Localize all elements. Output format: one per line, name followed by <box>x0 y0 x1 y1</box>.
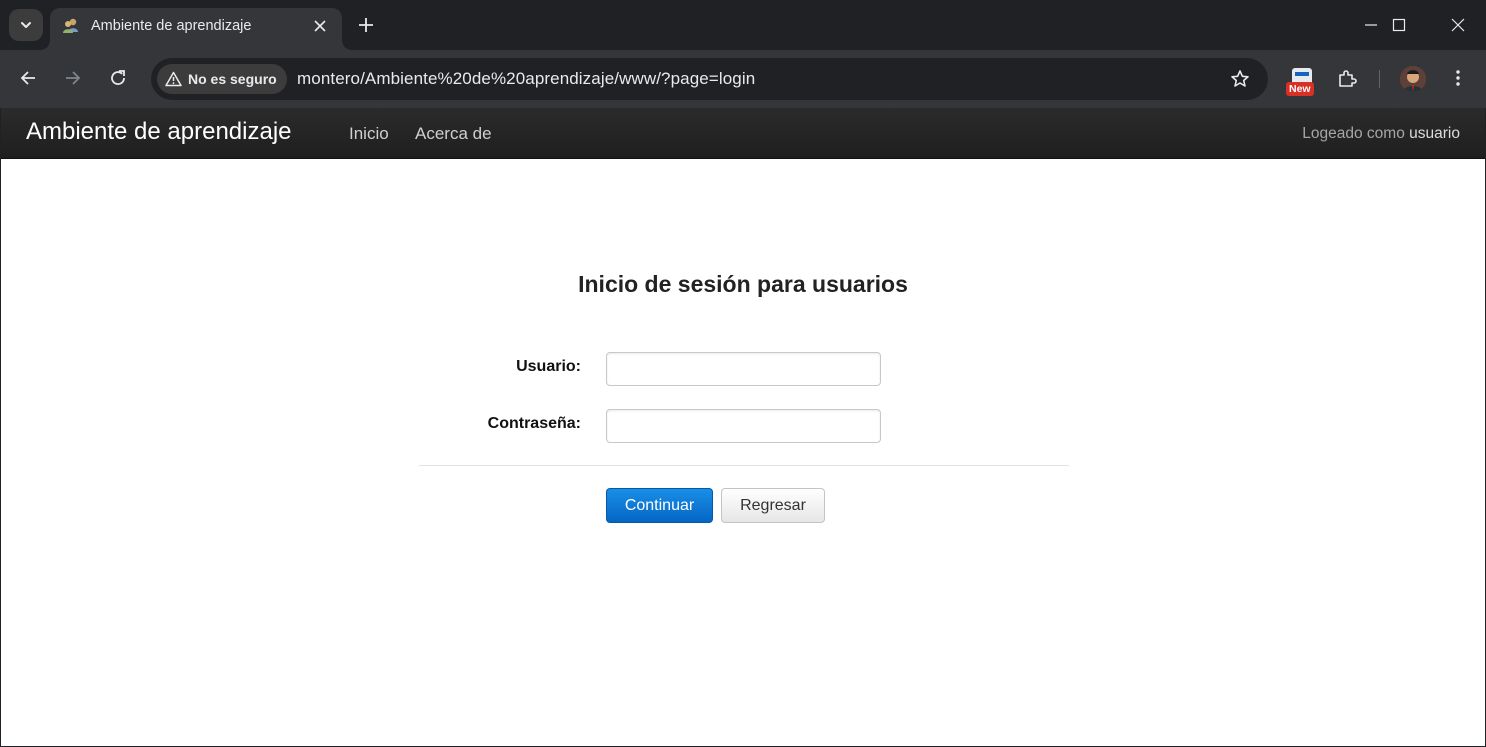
forward-button[interactable] <box>57 62 89 94</box>
tab-search-button[interactable] <box>9 9 43 41</box>
profile-photo-icon <box>1400 66 1426 92</box>
security-label: No es seguro <box>188 71 277 87</box>
close-window-icon <box>1451 18 1465 32</box>
web-page: Ambiente de aprendizaje Inicio Acerca de… <box>1 108 1485 746</box>
chevron-down-icon <box>21 22 31 28</box>
forward-arrow-icon <box>66 71 81 85</box>
maximize-button[interactable] <box>1371 0 1427 50</box>
kebab-menu-icon <box>1456 70 1460 86</box>
warning-icon <box>165 71 182 87</box>
people-favicon-icon <box>63 18 78 33</box>
logged-username: usuario <box>1409 125 1460 142</box>
reload-icon <box>111 70 125 85</box>
active-tab[interactable]: Ambiente de aprendizaje <box>40 8 352 50</box>
back-page-button[interactable]: Regresar <box>721 488 825 523</box>
username-label: Usuario: <box>516 358 581 375</box>
tab-close-button[interactable] <box>310 16 330 36</box>
puzzle-icon <box>1339 70 1357 87</box>
back-button[interactable] <box>12 62 44 94</box>
close-icon <box>314 20 326 32</box>
site-navbar: Ambiente de aprendizaje Inicio Acerca de… <box>1 108 1485 159</box>
star-icon <box>1231 70 1249 87</box>
logged-prefix: Logeado como <box>1302 125 1405 142</box>
nav-link-acerca-de[interactable]: Acerca de <box>415 124 492 144</box>
tab-title: Ambiente de aprendizaje <box>91 18 252 34</box>
browser-toolbar: No es seguro montero/Ambiente%20de%20apr… <box>0 50 1486 108</box>
tab-strip: Ambiente de aprendizaje <box>0 0 1486 50</box>
maximize-icon <box>1392 18 1406 32</box>
password-label: Contraseña: <box>487 415 581 432</box>
extensions-button[interactable] <box>1331 62 1363 94</box>
address-bar[interactable]: No es seguro montero/Ambiente%20de%20apr… <box>151 58 1268 100</box>
login-title: Inicio de sesión para usuarios <box>578 271 908 297</box>
form-divider <box>419 465 1069 466</box>
site-brand[interactable]: Ambiente de aprendizaje <box>26 118 292 146</box>
continue-button[interactable]: Continuar <box>606 488 713 523</box>
profile-avatar[interactable] <box>1400 66 1426 92</box>
plus-icon <box>359 18 373 32</box>
new-tab-button[interactable] <box>354 13 378 37</box>
toolbar-separator <box>1379 70 1380 88</box>
username-input[interactable] <box>606 352 881 386</box>
new-badge: New <box>1286 82 1314 96</box>
nav-link-inicio[interactable]: Inicio <box>349 124 389 144</box>
back-arrow-icon <box>20 71 35 85</box>
extension-new-button[interactable]: New <box>1286 66 1316 98</box>
close-window-button[interactable] <box>1430 0 1486 50</box>
password-input[interactable] <box>606 409 881 443</box>
browser-menu-button[interactable] <box>1442 62 1474 94</box>
bookmark-button[interactable] <box>1228 67 1252 91</box>
reload-button[interactable] <box>102 62 134 94</box>
url-text[interactable]: montero/Ambiente%20de%20aprendizaje/www/… <box>297 69 755 89</box>
security-chip[interactable]: No es seguro <box>157 64 287 94</box>
logged-in-status: Logeado como usuario <box>1302 125 1460 143</box>
